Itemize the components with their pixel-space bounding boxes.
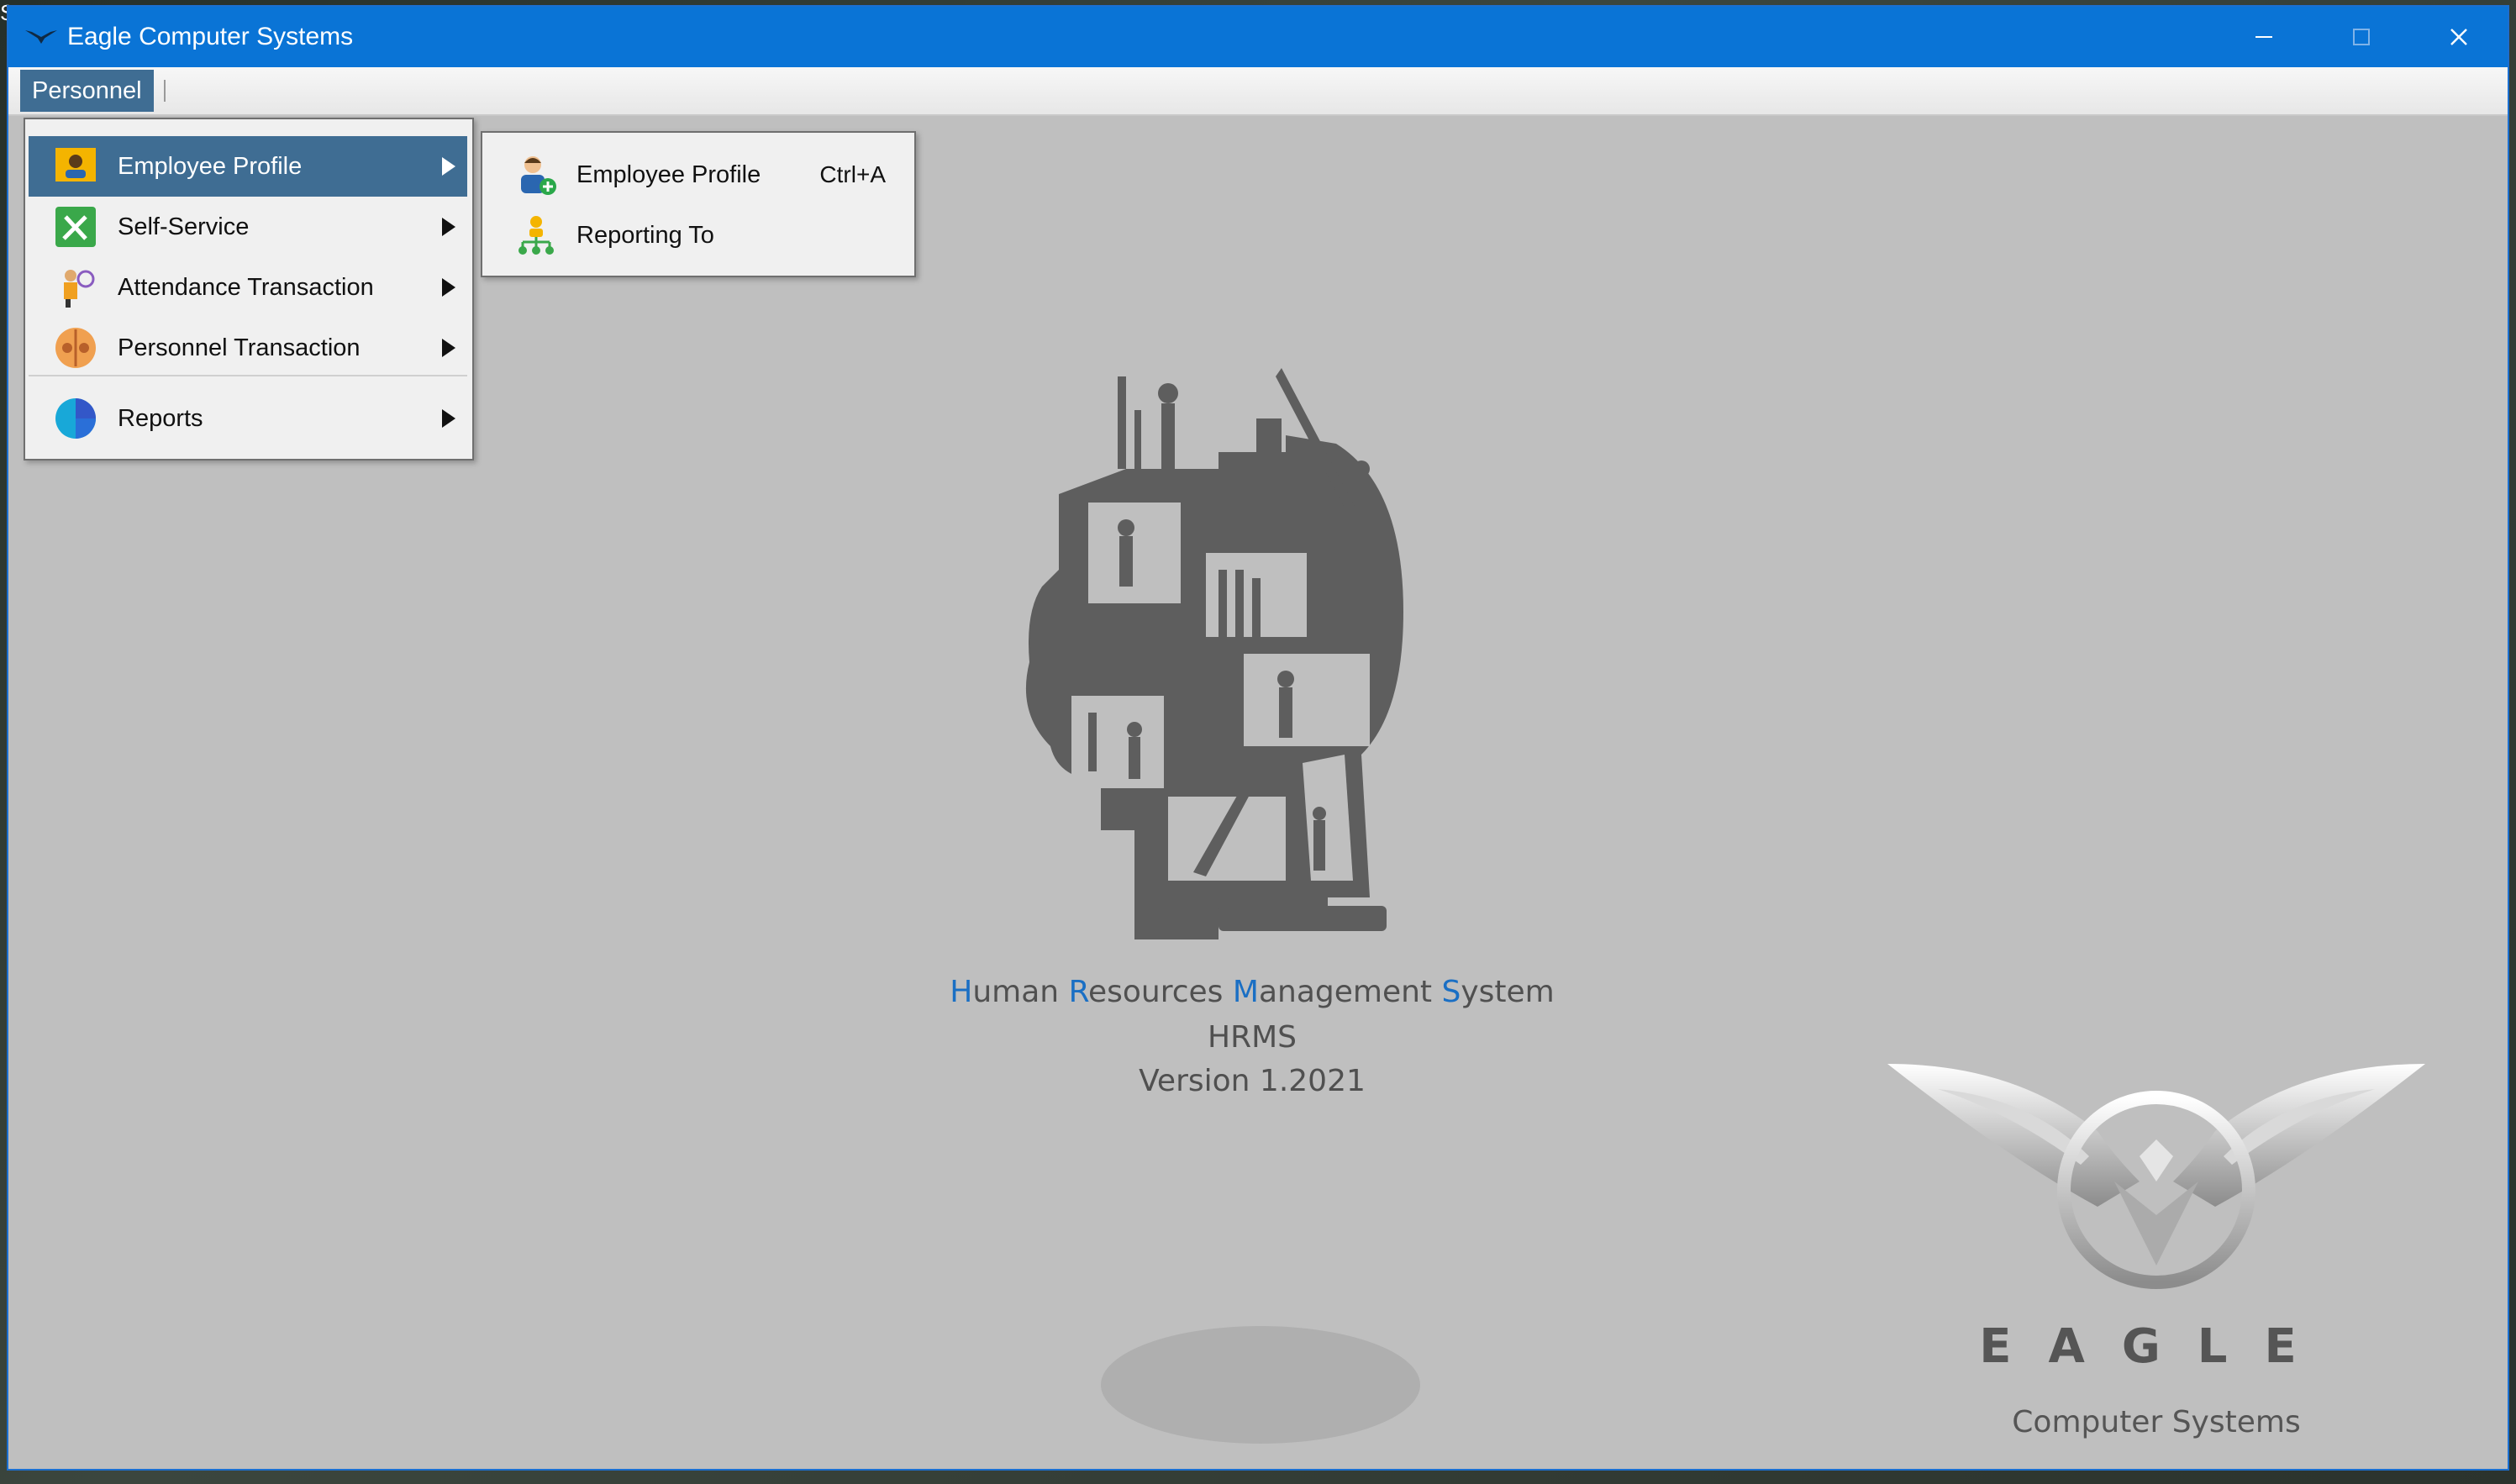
personnel-transaction-icon [54,326,97,370]
org-chart-icon [514,213,558,257]
menu-item-label: Personnel Transaction [118,334,361,361]
title-rest-m: anagement [1258,975,1442,1009]
menu-bar: Personnel [8,67,2508,116]
personnel-dropdown-menu: Employee Profile Self-Service Attendance… [24,118,474,460]
menu-item-label: Self-Service [118,213,250,240]
faint-watermark [1101,1326,1420,1444]
app-window: Eagle Computer Systems Personnel Human R… [8,7,2508,1469]
window-controls [2215,7,2508,67]
submenu-item-label: Employee Profile [576,161,761,188]
add-employee-icon [514,153,558,197]
minimize-button[interactable] [2215,7,2313,67]
submenu-arrow-icon [442,339,455,357]
menu-divider [29,375,467,376]
title-cap-m: M [1232,975,1259,1009]
menu-item-label: Reports [118,404,203,432]
eagle-logo-icon [1887,1064,2425,1289]
title-rest-s: ystem [1461,975,1555,1009]
hrms-full-title: Human Resources Management System [874,975,1630,1009]
window-title: Eagle Computer Systems [67,23,354,50]
hrms-abbreviation: HRMS [1208,1020,1297,1055]
shortcut-label: Ctrl+A [819,161,886,187]
submenu-arrow-icon [442,218,455,236]
menu-item-personnel-transaction[interactable]: Personnel Transaction [29,318,467,378]
employee-profile-submenu: Employee Profile Ctrl+A Reporting To [481,131,916,277]
eagle-wordmark: EAGLE [1979,1319,2334,1374]
submenu-arrow-icon [442,278,455,297]
menu-separator [163,80,166,102]
menu-item-reports[interactable]: Reports [29,388,467,449]
eagle-subtitle: Computer Systems [2012,1405,2301,1439]
title-rest-h: uman [972,975,1069,1009]
reports-pie-icon [54,397,97,440]
employee-profile-icon [54,145,97,188]
close-icon [2450,29,2467,45]
minimize-icon [2255,36,2272,38]
title-bar[interactable]: Eagle Computer Systems [8,7,2508,67]
version-label: Version 1.2021 [1139,1064,1366,1098]
submenu-item-label: Reporting To [576,221,714,249]
close-button[interactable] [2410,7,2508,67]
menu-item-employee-profile[interactable]: Employee Profile [29,136,467,197]
maximize-icon [2353,29,2370,45]
menu-personnel[interactable]: Personnel [20,70,154,112]
title-cap-r: R [1068,975,1088,1009]
submenu-item-reporting-to[interactable]: Reporting To [486,205,911,266]
self-service-icon [54,205,97,249]
attendance-icon [54,266,97,309]
menu-item-label: Employee Profile [118,152,303,180]
menu-item-self-service[interactable]: Self-Service [29,197,467,257]
title-cap-h: H [950,975,973,1009]
submenu-item-employee-profile[interactable]: Employee Profile Ctrl+A [486,145,911,205]
title-cap-s: S [1441,975,1461,1009]
eagle-app-icon [25,30,57,44]
menu-item-label: Attendance Transaction [118,273,374,301]
title-rest-r: esources [1087,975,1233,1009]
submenu-arrow-icon [442,157,455,176]
hrms-head-illustration [1025,368,1403,939]
maximize-button[interactable] [2313,7,2410,67]
submenu-arrow-icon [442,409,455,428]
menu-item-attendance-transaction[interactable]: Attendance Transaction [29,257,467,318]
